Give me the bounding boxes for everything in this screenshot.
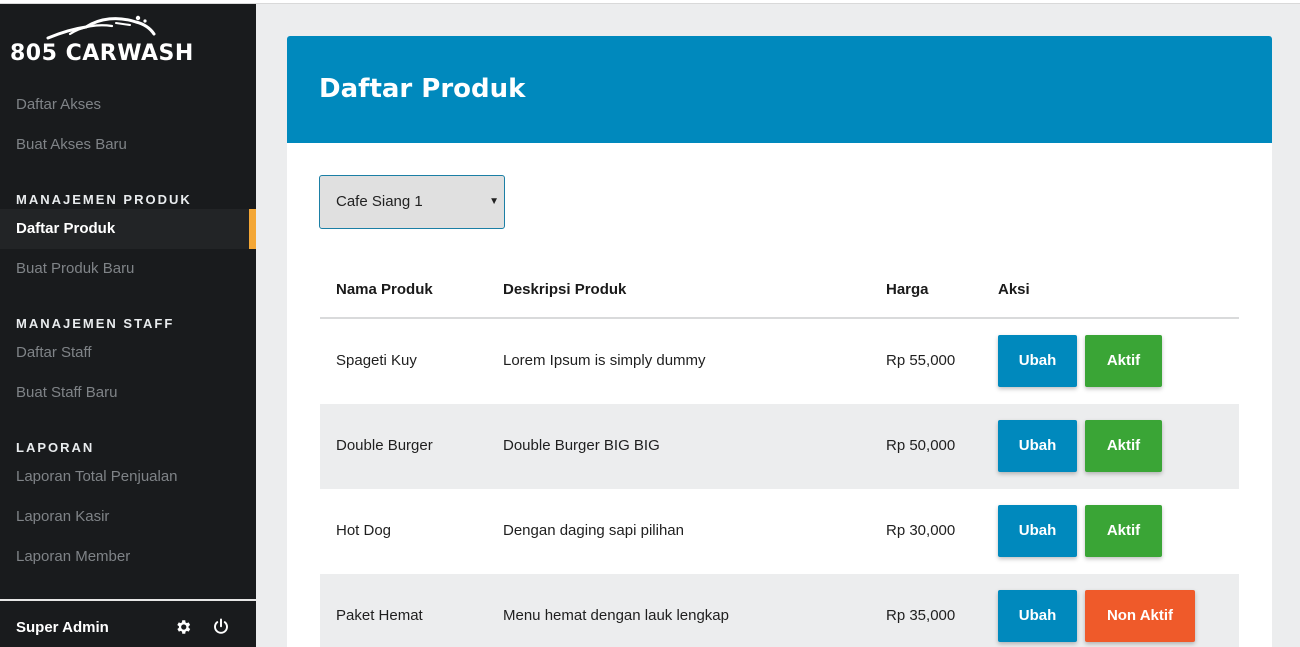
user-name[interactable]: Super Admin <box>16 619 109 636</box>
status-toggle-button[interactable]: Aktif <box>1085 420 1162 472</box>
sidebar-footer: Super Admin <box>0 599 256 647</box>
sidebar: 805 CARWASH Daftar Akses Buat Akses Baru… <box>0 4 256 647</box>
product-price: Rp 50,000 <box>886 437 956 454</box>
sidebar-item-laporan-member[interactable]: Laporan Member <box>0 537 256 577</box>
column-header-nama-produk[interactable]: Nama Produk <box>336 281 433 298</box>
product-name: Spageti Kuy <box>336 352 417 369</box>
brand-logo[interactable]: 805 CARWASH <box>10 14 200 69</box>
product-description: Dengan daging sapi pilihan <box>503 522 684 539</box>
status-toggle-button[interactable]: Non Aktif <box>1085 590 1195 642</box>
status-toggle-button[interactable]: Aktif <box>1085 505 1162 557</box>
product-table: Nama Produk Deskripsi Produk Harga Aksi … <box>320 264 1239 647</box>
edit-button[interactable]: Ubah <box>998 505 1077 557</box>
sidebar-item-daftar-produk[interactable]: Daftar Produk <box>0 209 256 249</box>
product-price: Rp 35,000 <box>886 607 956 624</box>
sidebar-item-buat-akses-baru[interactable]: Buat Akses Baru <box>0 125 256 165</box>
outlet-select[interactable]: Cafe Siang 1 ▼ <box>319 175 505 229</box>
gear-icon[interactable] <box>174 618 192 636</box>
page-title: Daftar Produk <box>319 74 526 104</box>
sidebar-item-laporan-kasir[interactable]: Laporan Kasir <box>0 497 256 537</box>
sidebar-item-laporan-total-penjualan[interactable]: Laporan Total Penjualan <box>0 457 256 497</box>
column-header-harga[interactable]: Harga <box>886 281 929 298</box>
sidebar-item-buat-staff-baru[interactable]: Buat Staff Baru <box>0 373 256 413</box>
product-name: Paket Hemat <box>336 607 423 624</box>
product-panel: Daftar Produk Cafe Siang 1 ▼ Nama Produk… <box>287 36 1272 647</box>
product-price: Rp 55,000 <box>886 352 956 369</box>
table-header: Nama Produk Deskripsi Produk Harga Aksi <box>320 264 1239 319</box>
status-toggle-button[interactable]: Aktif <box>1085 335 1162 387</box>
power-icon[interactable] <box>212 618 230 636</box>
product-description: Menu hemat dengan lauk lengkap <box>503 607 729 624</box>
column-header-deskripsi-produk[interactable]: Deskripsi Produk <box>503 281 626 298</box>
table-row: Hot Dog Dengan daging sapi pilihan Rp 30… <box>320 489 1239 574</box>
product-name: Hot Dog <box>336 522 392 539</box>
product-price: Rp 30,000 <box>886 522 956 539</box>
product-name: Double Burger <box>336 437 433 454</box>
caret-down-icon: ▼ <box>489 196 499 207</box>
sidebar-item-daftar-akses[interactable]: Daftar Akses <box>0 85 256 125</box>
sidebar-section-laporan: LAPORAN <box>16 440 95 455</box>
edit-button[interactable]: Ubah <box>998 335 1077 387</box>
sidebar-section-manajemen-staff: MANAJEMEN STAFF <box>16 316 175 331</box>
brand-name: 805 CARWASH <box>10 41 194 66</box>
outlet-select-value: Cafe Siang 1 <box>336 193 423 210</box>
column-header-aksi: Aksi <box>998 281 1030 298</box>
table-row: Spageti Kuy Lorem Ipsum is simply dummy … <box>320 319 1239 404</box>
table-row: Double Burger Double Burger BIG BIG Rp 5… <box>320 404 1239 489</box>
table-row: Paket Hemat Menu hemat dengan lauk lengk… <box>320 574 1239 647</box>
product-description: Lorem Ipsum is simply dummy <box>503 352 706 369</box>
sidebar-item-buat-produk-baru[interactable]: Buat Produk Baru <box>0 249 256 289</box>
sidebar-section-manajemen-produk: MANAJEMEN PRODUK <box>16 192 192 207</box>
car-logo-icon <box>46 15 156 40</box>
edit-button[interactable]: Ubah <box>998 590 1077 642</box>
product-description: Double Burger BIG BIG <box>503 437 660 454</box>
sidebar-item-daftar-staff[interactable]: Daftar Staff <box>0 333 256 373</box>
panel-header: Daftar Produk <box>287 36 1272 143</box>
edit-button[interactable]: Ubah <box>998 420 1077 472</box>
